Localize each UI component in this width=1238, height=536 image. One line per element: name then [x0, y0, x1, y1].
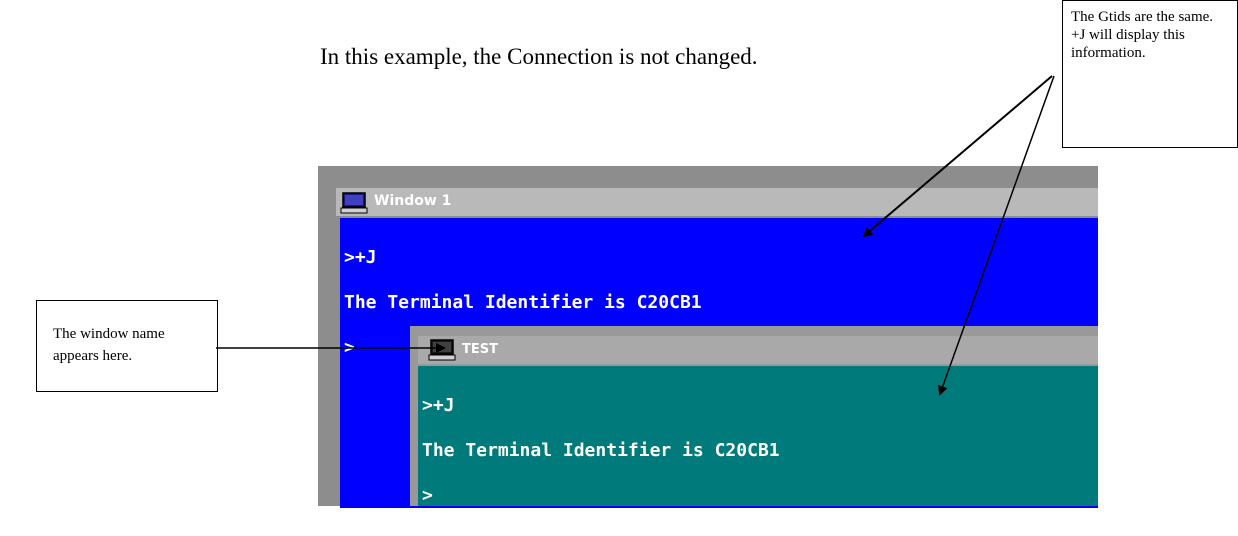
window-test-title: TEST	[462, 342, 498, 357]
window-1-title: Window 1	[374, 193, 452, 209]
window-test-terminal-output: >+J The Terminal Identifier is C20CB1 >	[422, 368, 780, 533]
terminal-line: The Terminal Identifier is C20CB1	[422, 440, 780, 461]
window-test-terminal-screen[interactable]: >+J The Terminal Identifier is C20CB1 >	[418, 366, 1098, 506]
terminal-window-test: TEST >+J The Terminal Identifier is C20C…	[410, 326, 1098, 506]
window-1-titlebar[interactable]: Window 1	[336, 188, 1098, 216]
gtid-callout: The Gtids are the same. +J will display …	[1062, 0, 1238, 148]
computer-icon	[340, 192, 368, 214]
gtid-callout-text: The Gtids are the same. +J will display …	[1071, 9, 1214, 61]
computer-icon	[428, 339, 456, 361]
terminal-line: The Terminal Identifier is C20CB1	[344, 292, 702, 313]
window-test-titlebar[interactable]: TEST	[418, 336, 1098, 364]
window-name-callout: The window name appears here.	[36, 300, 218, 392]
terminal-line: >+J	[422, 395, 455, 416]
page-heading: In this example, the Connection is not c…	[320, 44, 758, 69]
terminal-line: >+J	[344, 247, 377, 268]
window-name-callout-text: The window name appears here.	[53, 326, 165, 364]
